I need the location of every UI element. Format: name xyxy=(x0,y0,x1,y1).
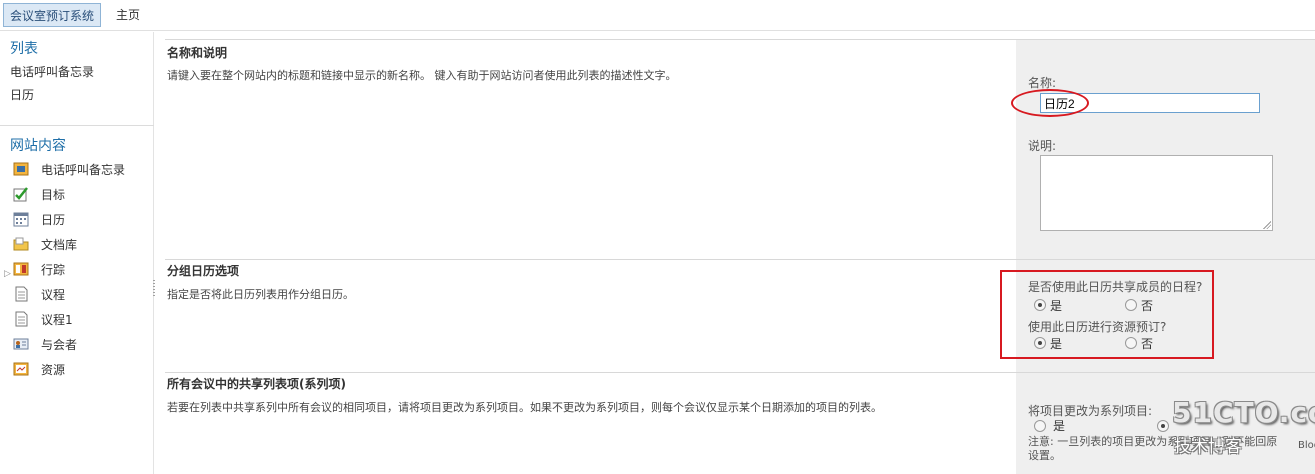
group-section-desc: 指定是否将此日历列表用作分组日历。 xyxy=(167,288,354,301)
series-items-label: 将项目更改为系列项目: xyxy=(1028,404,1153,418)
description-textarea[interactable] xyxy=(1040,155,1273,231)
series-items-yes-radio[interactable] xyxy=(1034,420,1046,432)
name-section-desc: 请键入要在整个网站内的标题和链接中显示的新名称。 键入有助于网站访问者使用此列表… xyxy=(167,69,677,82)
resize-grip[interactable] xyxy=(153,280,155,298)
nav-item-label: 电话呼叫备忘录 xyxy=(41,163,126,177)
watermark-logo: 51CTO.com xyxy=(1172,396,1315,429)
site-content-heading[interactable]: 网站内容 xyxy=(10,135,66,155)
series-note-cont: 设置。 xyxy=(1028,449,1061,462)
nav-item-label: 日历 xyxy=(41,213,66,227)
shared-section-desc: 若要在列表中共享系列中所有会议的相同项目，请将项目更改为系列项目。如果不更改为系… xyxy=(167,401,882,414)
document-icon xyxy=(15,286,28,302)
contacts-icon xyxy=(13,338,29,350)
nav-item-label: 议程1 xyxy=(41,313,73,327)
expand-arrow-icon[interactable]: ▷ xyxy=(4,269,11,279)
name-section-title: 名称和说明 xyxy=(167,46,228,60)
resize-handle-icon[interactable] xyxy=(1263,221,1271,229)
nav-item-label: 行踪 xyxy=(41,263,66,277)
calendar-icon xyxy=(13,212,29,227)
quick-launch: 列表 电话呼叫备忘录 日历 网站内容 电话呼叫备忘录 目标 日历 ▷ 文档库 行… xyxy=(0,32,154,474)
nav-item-label: 目标 xyxy=(41,188,66,202)
nav-item-label: 议程 xyxy=(41,288,66,302)
site-tab[interactable]: 会议室预订系统 xyxy=(3,3,102,27)
nav-link-calendar[interactable]: 日历 xyxy=(10,86,34,103)
nav-item-label: 文档库 xyxy=(41,238,78,252)
watermark-blog: Blog xyxy=(1298,440,1315,451)
document-icon xyxy=(15,311,28,327)
nav-item-label: 与会者 xyxy=(41,338,78,352)
phone-memo-icon xyxy=(13,162,29,176)
whereabouts-icon xyxy=(13,262,29,276)
radio-label: 是 xyxy=(1053,419,1066,433)
lists-heading[interactable]: 列表 xyxy=(10,38,38,58)
nav-divider xyxy=(0,125,154,126)
description-label: 说明: xyxy=(1028,139,1057,153)
top-nav-bar: 会议室预订系统 主页 xyxy=(0,0,1315,31)
site-watermark: 51CTO.com 技术博客 Blog xyxy=(1160,396,1315,460)
resources-icon xyxy=(13,362,29,376)
nav-link-phone-memo[interactable]: 电话呼叫备忘录 xyxy=(10,63,94,80)
folder-icon xyxy=(13,237,29,251)
section-divider xyxy=(165,259,1315,260)
section-divider xyxy=(165,372,1315,373)
section-divider xyxy=(165,39,1315,40)
checkmark-icon xyxy=(13,187,28,202)
highlight-rectangle xyxy=(1000,270,1214,359)
group-section-title: 分组日历选项 xyxy=(167,264,240,278)
highlight-ellipse xyxy=(1011,89,1089,117)
shared-section-title: 所有会议中的共享列表项(系列项) xyxy=(167,377,346,391)
home-tab[interactable]: 主页 xyxy=(116,3,140,27)
nav-item-label: 资源 xyxy=(41,363,66,377)
watermark-subtitle: 技术博客 xyxy=(1174,437,1242,457)
